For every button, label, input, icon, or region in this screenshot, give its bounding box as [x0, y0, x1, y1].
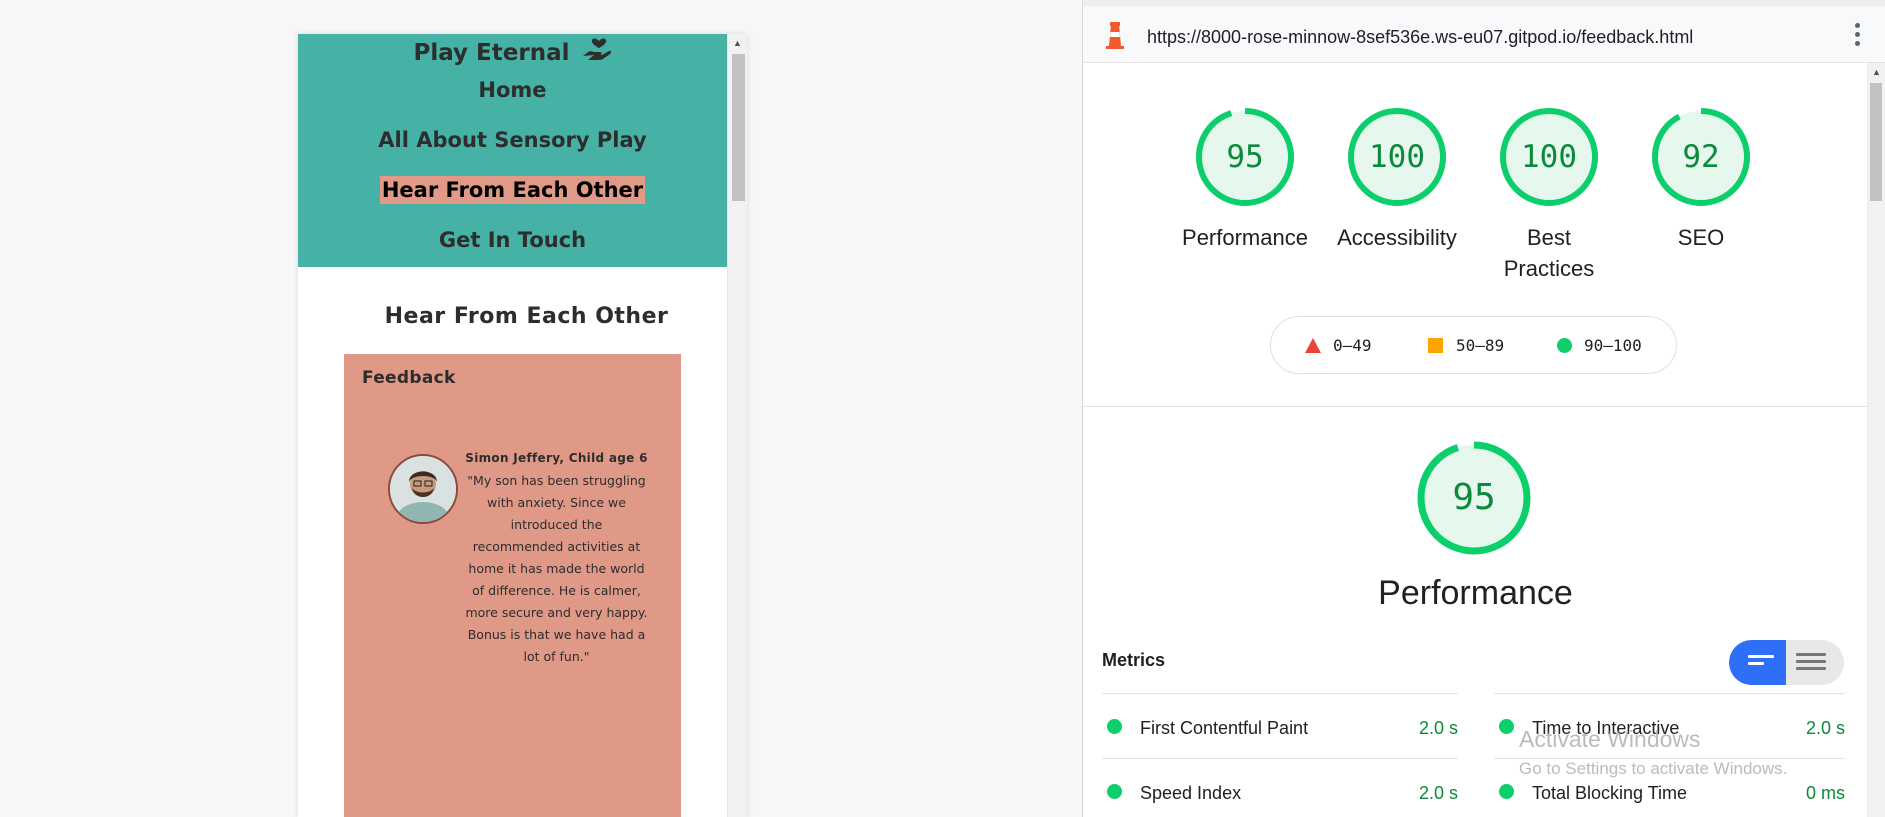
more-options-icon[interactable] — [1853, 23, 1861, 49]
site-brand[interactable]: Play Eternal — [298, 36, 727, 68]
gauge-best-practices[interactable]: 100 — [1499, 107, 1599, 207]
gauge-label-accessibility: Accessibility — [1337, 225, 1457, 250]
testimonial-author: Simon Jeffery, Child age 6 — [465, 451, 648, 465]
metric-name: First Contentful Paint — [1140, 718, 1309, 738]
gauge-value: 95 — [1452, 477, 1496, 518]
avatar — [388, 454, 458, 524]
gauge-value: 100 — [1521, 139, 1577, 175]
fail-triangle-icon — [1305, 338, 1321, 353]
nav-item-home[interactable]: Home — [298, 78, 727, 102]
feedback-heading: Feedback — [362, 368, 456, 388]
gauge-label-seo: SEO — [1677, 225, 1725, 250]
pass-circle-icon — [1499, 784, 1514, 799]
pass-circle-icon — [1107, 719, 1122, 734]
metric-row: First Contentful Paint 2.0 s — [1102, 693, 1458, 757]
gauge-value: 95 — [1226, 139, 1264, 175]
nav-label: All About Sensory Play — [378, 128, 647, 152]
nav-item-hear-from-each-other[interactable]: Hear From Each Other — [298, 176, 727, 204]
gauge-seo[interactable]: 92 — [1651, 107, 1751, 207]
lighthouse-icon — [1103, 20, 1127, 50]
metrics-view-toggle[interactable] — [1729, 640, 1844, 685]
average-square-icon — [1428, 338, 1443, 353]
metric-name: Speed Index — [1140, 783, 1242, 803]
site-header: Play Eternal Home All About Sensory Play… — [298, 34, 727, 267]
activate-windows-hint: Go to Settings to activate Windows. — [1519, 759, 1788, 778]
activate-windows-watermark: Activate Windows — [1519, 726, 1701, 752]
testimonial: Simon Jeffery, Child age 6 "My son has b… — [464, 448, 649, 668]
legend-fail-range: 0–49 — [1333, 336, 1372, 355]
preview-scrollbar[interactable]: ▲ — [727, 34, 747, 817]
feedback-card: Feedback Simon Jeffery, Child age 6 "My — [344, 354, 681, 817]
gauge-performance[interactable]: 95 — [1195, 107, 1295, 207]
metric-value: 2.0 s — [1805, 718, 1845, 738]
legend-average-range: 50–89 — [1456, 336, 1505, 355]
report-url: https://8000-rose-minnow-8sef536e.ws-eu0… — [1147, 27, 1694, 47]
legend-pass-range: 90–100 — [1584, 336, 1642, 355]
nav-item-sensory-play[interactable]: All About Sensory Play — [298, 128, 727, 152]
mobile-preview: Play Eternal Home All About Sensory Play… — [298, 34, 747, 817]
gauge-accessibility[interactable]: 100 — [1347, 107, 1447, 207]
expanded-view-icon — [1796, 653, 1826, 674]
brand-name: Play Eternal — [413, 40, 570, 66]
website-page: Play Eternal Home All About Sensory Play… — [298, 34, 727, 817]
gauge-label-performance: Performance — [1182, 225, 1308, 250]
nav-label: Home — [478, 78, 547, 102]
expanded-view-button[interactable] — [1786, 640, 1844, 685]
metric-value: 2.0 s — [1418, 718, 1458, 738]
metric-value: 0 ms — [1805, 783, 1845, 803]
metric-value: 2.0 s — [1418, 783, 1458, 803]
nav-label: Hear From Each Other — [379, 176, 646, 204]
pass-circle-icon — [1107, 784, 1122, 799]
lighthouse-panel: https://8000-rose-minnow-8sef536e.ws-eu0… — [1082, 0, 1885, 817]
nav-label: Get In Touch — [438, 228, 587, 252]
report-scrollbar[interactable]: ▲ — [1867, 63, 1885, 817]
metric-name: Total Blocking Time — [1532, 783, 1688, 803]
page-title: Hear From Each Other — [384, 304, 669, 329]
scrollbar-thumb[interactable] — [1870, 83, 1882, 201]
testimonial-quote: "My son has been struggling with anxiety… — [465, 473, 648, 664]
scroll-up-arrow-icon[interactable]: ▲ — [1872, 67, 1881, 77]
screen: Play Eternal Home All About Sensory Play… — [0, 0, 1885, 817]
section-title: Performance — [1378, 574, 1573, 612]
report-url-bar: https://8000-rose-minnow-8sef536e.ws-eu0… — [1083, 6, 1885, 63]
gauge-value: 92 — [1682, 139, 1720, 175]
compact-view-button[interactable] — [1729, 640, 1786, 685]
scroll-up-arrow-icon[interactable]: ▲ — [733, 38, 742, 48]
metric-row: Speed Index 2.0 s — [1102, 758, 1458, 817]
pass-circle-icon — [1499, 719, 1514, 734]
performance-section-gauge: 95 — [1417, 441, 1531, 555]
heart-hand-icon — [582, 36, 612, 68]
compact-view-icon — [1748, 655, 1774, 669]
nav-item-get-in-touch[interactable]: Get In Touch — [298, 228, 727, 252]
gauge-value: 100 — [1369, 139, 1425, 175]
section-divider — [1083, 406, 1868, 407]
gauge-label-best-practices: Best Practices — [1503, 225, 1595, 281]
metrics-title: Metrics — [1102, 650, 1166, 670]
pass-circle-icon — [1557, 338, 1572, 353]
score-legend: 0–49 50–89 90–100 — [1270, 316, 1677, 374]
scrollbar-thumb[interactable] — [732, 54, 745, 201]
